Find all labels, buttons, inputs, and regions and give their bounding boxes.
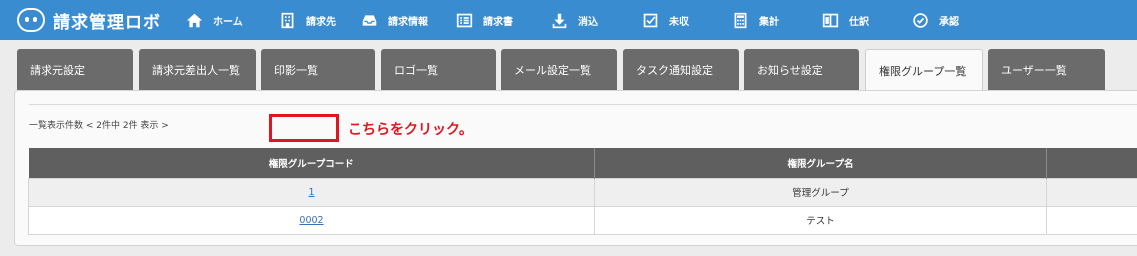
nav-aggregation-label: 集計 bbox=[759, 16, 779, 28]
nav-home[interactable]: ホーム bbox=[186, 0, 243, 40]
tab-notice-settings[interactable]: お知らせ設定 bbox=[744, 49, 859, 90]
tab-billing-source-settings[interactable]: 請求元設定 bbox=[17, 49, 133, 90]
inbox-icon bbox=[362, 14, 377, 26]
tab-label: 権限グループ一覧 bbox=[879, 65, 967, 78]
extra-cell bbox=[1046, 205, 1137, 235]
nav-approval[interactable]: 承認 bbox=[912, 0, 959, 40]
download-icon bbox=[552, 13, 567, 28]
column-header-extra bbox=[1046, 148, 1137, 178]
tab-label: 印影一覧 bbox=[274, 64, 318, 77]
group-name-cell: 管理グループ bbox=[594, 177, 1047, 207]
column-header-group-code[interactable]: 権限グループコード bbox=[28, 148, 595, 178]
nav-journal[interactable]: 仕訳 bbox=[822, 0, 869, 40]
checkbox-icon bbox=[643, 13, 658, 27]
tab-label: タスク通知設定 bbox=[636, 64, 713, 77]
nav-reconciliation-label: 消込 bbox=[578, 16, 598, 28]
content-panel: 一覧表示件数 < 2件中 2件 表示 > 権限グループコード 権限グループ名 1… bbox=[14, 90, 1137, 246]
tab-mail-settings[interactable]: メール設定一覧 bbox=[501, 49, 617, 90]
tab-seal-list[interactable]: 印影一覧 bbox=[261, 49, 375, 90]
nav-unpaid-label: 未収 bbox=[669, 16, 689, 28]
table-row: 1 管理グループ bbox=[28, 177, 1137, 207]
nav-invoices[interactable]: 請求書 bbox=[456, 0, 513, 40]
nav-reconciliation[interactable]: 消込 bbox=[551, 0, 598, 40]
app-title: 請求管理ロボ bbox=[53, 12, 161, 33]
nav-billing-destination[interactable]: 請求先 bbox=[279, 0, 336, 40]
nav-billing-info-label: 請求情報 bbox=[388, 16, 428, 28]
column-header-group-name[interactable]: 権限グループ名 bbox=[594, 148, 1047, 178]
home-icon bbox=[186, 13, 203, 27]
nav-journal-label: 仕訳 bbox=[849, 16, 869, 28]
group-code-link[interactable]: 0002 bbox=[299, 215, 323, 226]
tab-permission-groups[interactable]: 権限グループ一覧 bbox=[865, 49, 983, 92]
check-circle-icon bbox=[913, 12, 928, 28]
extra-cell bbox=[1046, 177, 1137, 207]
tab-sender-list[interactable]: 請求元差出人一覧 bbox=[139, 49, 256, 90]
highlight-box bbox=[269, 114, 339, 142]
robot-logo-icon bbox=[17, 8, 45, 32]
tab-user-list[interactable]: ユーザー一覧 bbox=[988, 49, 1105, 90]
invoice-list-icon bbox=[456, 13, 473, 27]
tab-label: メール設定一覧 bbox=[514, 64, 591, 77]
nav-invoices-label: 請求書 bbox=[483, 16, 513, 28]
divider bbox=[29, 104, 1137, 105]
nav-approval-label: 承認 bbox=[939, 16, 959, 28]
tab-label: 請求元設定 bbox=[30, 64, 85, 77]
table-row: 0002 テスト bbox=[28, 205, 1137, 235]
app-logo[interactable]: 請求管理ロボ bbox=[17, 7, 161, 33]
group-code-cell: 0002 bbox=[28, 205, 595, 235]
tab-label: 請求元差出人一覧 bbox=[152, 64, 240, 77]
nav-aggregation[interactable]: 集計 bbox=[732, 0, 779, 40]
tab-logo-list[interactable]: ロゴ一覧 bbox=[381, 49, 496, 90]
list-count-pager[interactable]: 一覧表示件数 < 2件中 2件 表示 > bbox=[29, 118, 169, 131]
nav-home-label: ホーム bbox=[213, 16, 243, 28]
calculator-icon bbox=[734, 12, 747, 28]
journal-icon bbox=[822, 13, 839, 27]
group-name-cell: テスト bbox=[594, 205, 1047, 235]
group-code-cell: 1 bbox=[28, 177, 595, 207]
permission-group-table: 権限グループコード 権限グループ名 1 管理グループ 0002 テスト bbox=[28, 148, 1137, 235]
tab-label: お知らせ設定 bbox=[757, 64, 823, 77]
tab-task-notification[interactable]: タスク通知設定 bbox=[623, 49, 739, 90]
nav-billing-destination-label: 請求先 bbox=[306, 16, 336, 28]
building-icon bbox=[281, 12, 294, 28]
tab-label: ユーザー一覧 bbox=[1001, 64, 1067, 77]
tab-label: ロゴ一覧 bbox=[394, 64, 438, 77]
click-instruction: こちらをクリック。 bbox=[348, 122, 473, 138]
top-nav-bar: 請求管理ロボ ホーム 請求先 請求情報 請求書 消込 未収 集計 仕訳 承認 bbox=[0, 0, 1137, 40]
nav-unpaid[interactable]: 未収 bbox=[642, 0, 689, 40]
nav-billing-info[interactable]: 請求情報 bbox=[361, 0, 428, 40]
group-code-link[interactable]: 1 bbox=[308, 187, 314, 198]
